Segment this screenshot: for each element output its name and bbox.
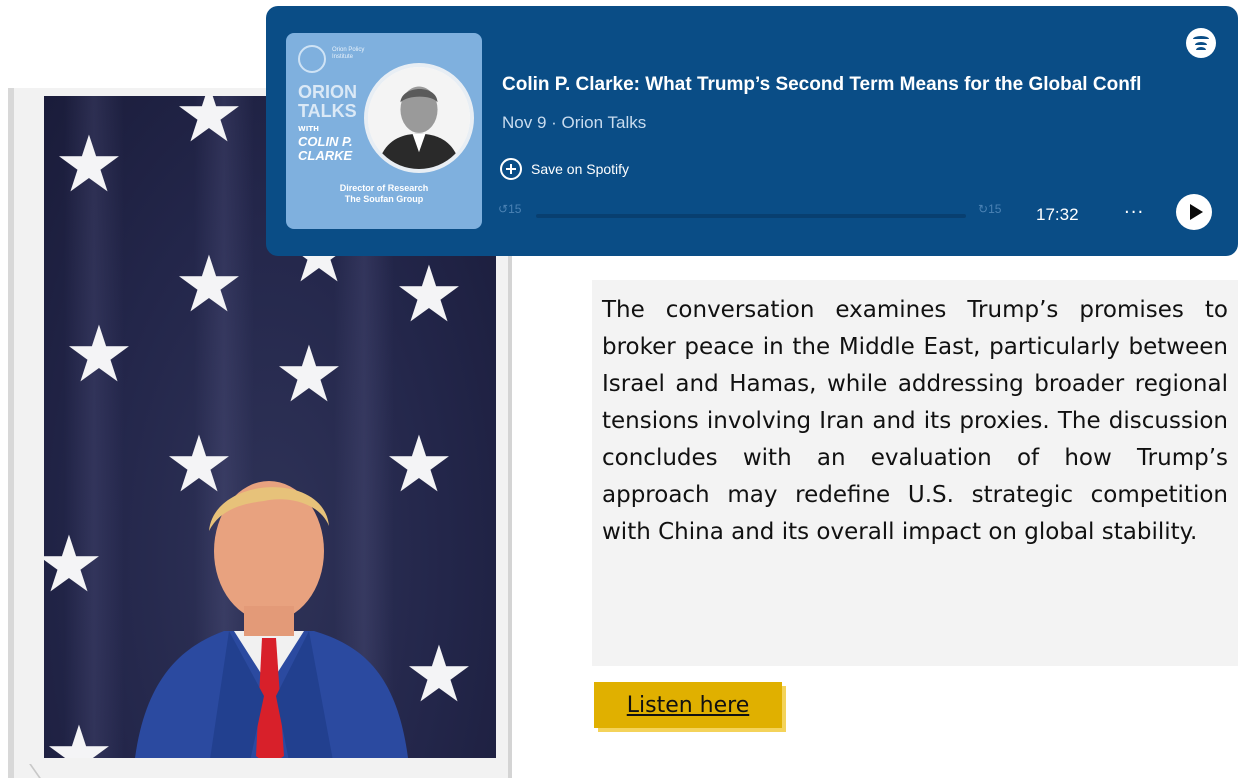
flag-star-icon: ★: [54, 120, 124, 210]
person-figure: [135, 481, 408, 758]
description-box: The conversation examines Trump’s promis…: [592, 280, 1238, 666]
add-circle-icon: [500, 158, 522, 180]
save-on-spotify-button[interactable]: Save on Spotify: [500, 158, 629, 180]
spotify-embed[interactable]: Orion Policy Institute ORION TALKS WITH …: [266, 6, 1238, 256]
skip-back-15-icon[interactable]: ↺15: [498, 202, 521, 216]
description-text: The conversation examines Trump’s promis…: [602, 297, 1228, 545]
flag-star-icon: ★: [44, 710, 114, 758]
progress-track[interactable]: [536, 214, 966, 218]
flag-star-icon: ★: [44, 520, 104, 610]
flag-star-icon: ★: [64, 310, 134, 400]
listen-here-button[interactable]: Listen here: [594, 682, 782, 728]
org-logo-icon: [298, 45, 326, 73]
cover-role-line2: The Soufan Group: [344, 194, 424, 204]
cover-role: Director of Research The Soufan Group: [286, 183, 482, 205]
flag-star-icon: ★: [394, 250, 464, 340]
save-label: Save on Spotify: [531, 161, 630, 177]
guest-photo: [364, 63, 474, 173]
cover-with-label: WITH: [298, 125, 319, 133]
cover-org-name: Orion Policy Institute: [332, 47, 365, 60]
podcast-cover[interactable]: Orion Policy Institute ORION TALKS WITH …: [286, 33, 482, 229]
episode-title[interactable]: Colin P. Clarke: What Trump’s Second Ter…: [502, 74, 1222, 96]
play-icon: [1189, 204, 1203, 220]
episode-meta[interactable]: Nov 9 · Orion Talks: [502, 113, 646, 133]
listen-here-link[interactable]: Listen here: [627, 693, 750, 718]
more-icon[interactable]: ···: [1124, 202, 1144, 223]
cover-guest-name: COLIN P. CLARKE: [298, 134, 353, 163]
skip-forward-15-icon[interactable]: ↻15: [978, 202, 1001, 216]
cover-role-line1: Director of Research: [339, 183, 429, 193]
flag-star-icon: ★: [174, 240, 244, 330]
cover-show-title: ORION TALKS: [298, 82, 358, 121]
spotify-logo-icon[interactable]: [1186, 28, 1216, 58]
duration: 17:32: [1036, 205, 1079, 224]
flag-star-icon: ★: [174, 96, 244, 160]
play-button[interactable]: [1176, 194, 1212, 230]
flag-star-icon: ★: [274, 330, 344, 420]
